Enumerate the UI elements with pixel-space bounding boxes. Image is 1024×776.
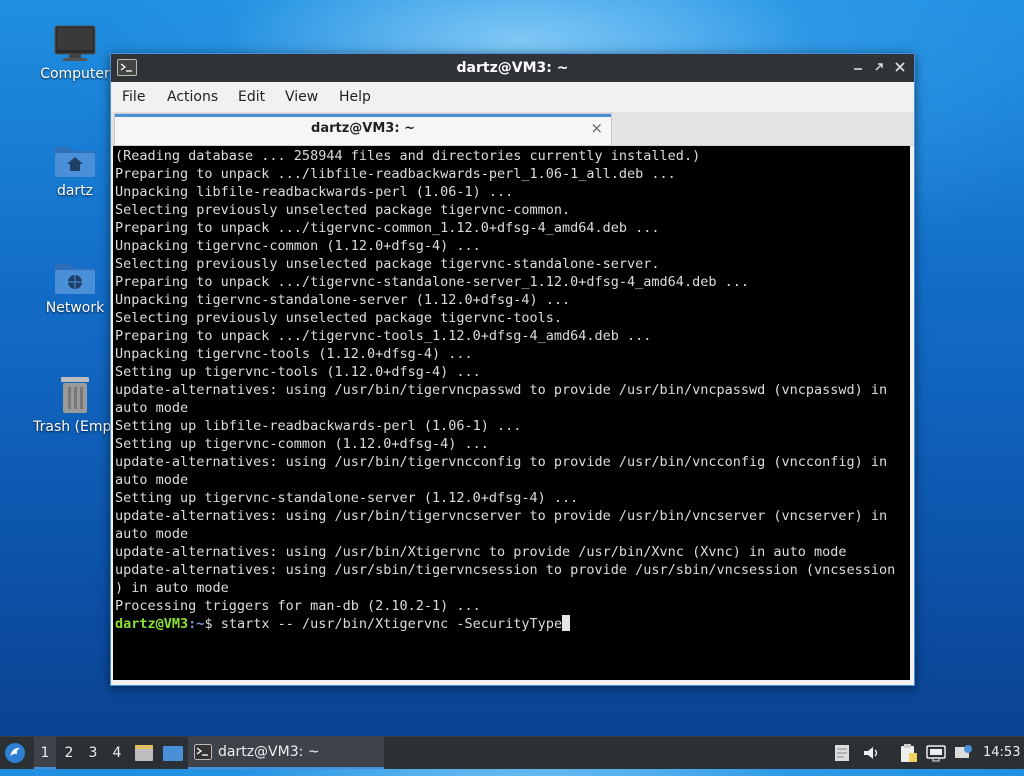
terminal-line: Unpacking tigervnc-standalone-server (1.… — [115, 292, 571, 308]
terminal-line: auto mode — [115, 400, 189, 416]
terminal-line: Preparing to unpack .../tigervnc-standal… — [115, 274, 749, 290]
workspace-3[interactable]: 3 — [82, 737, 104, 769]
menu-help[interactable]: Help — [339, 89, 371, 105]
terminal-line: Setting up tigervnc-tools (1.12.0+dfsg-4… — [115, 364, 481, 380]
terminal-line: Setting up tigervnc-common (1.12.0+dfsg-… — [115, 436, 489, 452]
menu-file[interactable]: File — [122, 89, 145, 105]
workspace-4[interactable]: 4 — [106, 737, 128, 769]
file-manager-icon[interactable] — [162, 737, 184, 769]
volume-icon[interactable] — [862, 737, 882, 769]
monitor-icon — [54, 25, 96, 61]
workspace-2[interactable]: 2 — [58, 737, 80, 769]
updates-icon[interactable] — [954, 737, 976, 769]
desktop-icon-label: dartz — [56, 183, 94, 199]
terminal-line: Unpacking tigervnc-tools (1.12.0+dfsg-4)… — [115, 346, 473, 362]
tab-bar: dartz@VM3: ~ × — [111, 112, 914, 146]
terminal-line: auto mode — [115, 472, 189, 488]
terminal-line: Preparing to unpack .../libfile-readback… — [115, 166, 676, 182]
terminal-command: startx -- /usr/bin/Xtigervnc -SecurityTy… — [212, 616, 563, 632]
text-cursor — [562, 615, 571, 631]
desktop-icon-network[interactable]: Network — [29, 258, 121, 316]
terminal-line: ) in auto mode — [115, 580, 229, 596]
home-folder-icon — [55, 147, 95, 177]
desktop-icon-label: Trash (Empt — [33, 419, 117, 435]
window-titlebar[interactable]: dartz@VM3: ~ — [111, 54, 914, 82]
terminal-line: Preparing to unpack .../tigervnc-tools_1… — [115, 328, 652, 344]
desktop-icon-home[interactable]: dartz — [29, 141, 121, 199]
desktop-icon-label: Network — [45, 300, 105, 316]
terminal-line: update-alternatives: using /usr/bin/tige… — [115, 508, 888, 524]
terminal-line: auto mode — [115, 526, 189, 542]
menu-edit[interactable]: Edit — [238, 89, 265, 105]
clipboard-icon[interactable] — [898, 737, 920, 769]
tab-terminal[interactable]: dartz@VM3: ~ × — [114, 113, 612, 145]
terminal-output[interactable]: (Reading database ... 258944 files and d… — [113, 146, 910, 680]
terminal-window: dartz@VM3: ~ File Actions Edit View Help… — [110, 53, 915, 686]
terminal-line: Setting up tigervnc-standalone-server (1… — [115, 490, 579, 506]
taskbar-task-label: dartz@VM3: ~ — [218, 744, 320, 760]
show-desktop-icon[interactable] — [134, 737, 156, 769]
terminal-line: Selecting previously unselected package … — [115, 256, 660, 272]
terminal-line: update-alternatives: using /usr/sbin/tig… — [115, 562, 896, 578]
prompt-user: dartz@VM3 — [115, 616, 189, 632]
tab-close-icon[interactable]: × — [590, 119, 603, 137]
maximize-icon[interactable] — [871, 59, 887, 75]
terminal-line: update-alternatives: using /usr/bin/Xtig… — [115, 544, 847, 560]
close-icon[interactable] — [892, 59, 908, 75]
menu-bar: File Actions Edit View Help — [111, 82, 914, 112]
terminal-line: Unpacking libfile-readbackwards-perl (1.… — [115, 184, 514, 200]
terminal-line: update-alternatives: using /usr/bin/tige… — [115, 454, 888, 470]
network-folder-icon — [55, 264, 95, 294]
menu-actions[interactable]: Actions — [167, 89, 218, 105]
tab-label: dartz@VM3: ~ — [311, 121, 415, 136]
start-menu-button[interactable] — [4, 737, 28, 769]
workspace-1[interactable]: 1 — [34, 737, 56, 769]
terminal-line: Preparing to unpack .../tigervnc-common_… — [115, 220, 660, 236]
network-wired-icon[interactable] — [926, 737, 948, 769]
terminal-line: (Reading database ... 258944 files and d… — [115, 148, 701, 164]
terminal-prompt-line[interactable]: dartz@VM3:~$ startx -- /usr/bin/Xtigervn… — [115, 615, 571, 633]
clock[interactable]: 14:53 — [983, 737, 1021, 769]
trash-icon — [61, 377, 89, 413]
taskbar: 1 2 3 4 dartz@VM3: ~ 14:53 — [0, 736, 1024, 769]
prompt-symbol: $ — [204, 616, 213, 632]
notes-icon[interactable] — [834, 737, 854, 769]
desktop-icon-label: Computer — [40, 66, 110, 82]
minimize-icon[interactable] — [850, 59, 866, 75]
menu-view[interactable]: View — [285, 89, 318, 105]
terminal-line: Setting up libfile-readbackwards-perl (1… — [115, 418, 522, 434]
terminal-app-icon — [194, 744, 212, 760]
terminal-line: Unpacking tigervnc-common (1.12.0+dfsg-4… — [115, 238, 481, 254]
terminal-line: Processing triggers for man-db (2.10.2-1… — [115, 598, 481, 614]
terminal-line: update-alternatives: using /usr/bin/tige… — [115, 382, 888, 398]
tab-active-indicator — [115, 114, 611, 117]
desktop-icon-trash[interactable]: Trash (Empt — [29, 373, 121, 435]
lxqt-logo-icon — [5, 743, 25, 763]
terminal-line: Selecting previously unselected package … — [115, 202, 571, 218]
desktop-icon-computer[interactable]: Computer — [29, 24, 121, 82]
terminal-line: Selecting previously unselected package … — [115, 310, 563, 326]
window-title: dartz@VM3: ~ — [456, 60, 569, 76]
taskbar-task-terminal[interactable]: dartz@VM3: ~ — [188, 737, 384, 769]
